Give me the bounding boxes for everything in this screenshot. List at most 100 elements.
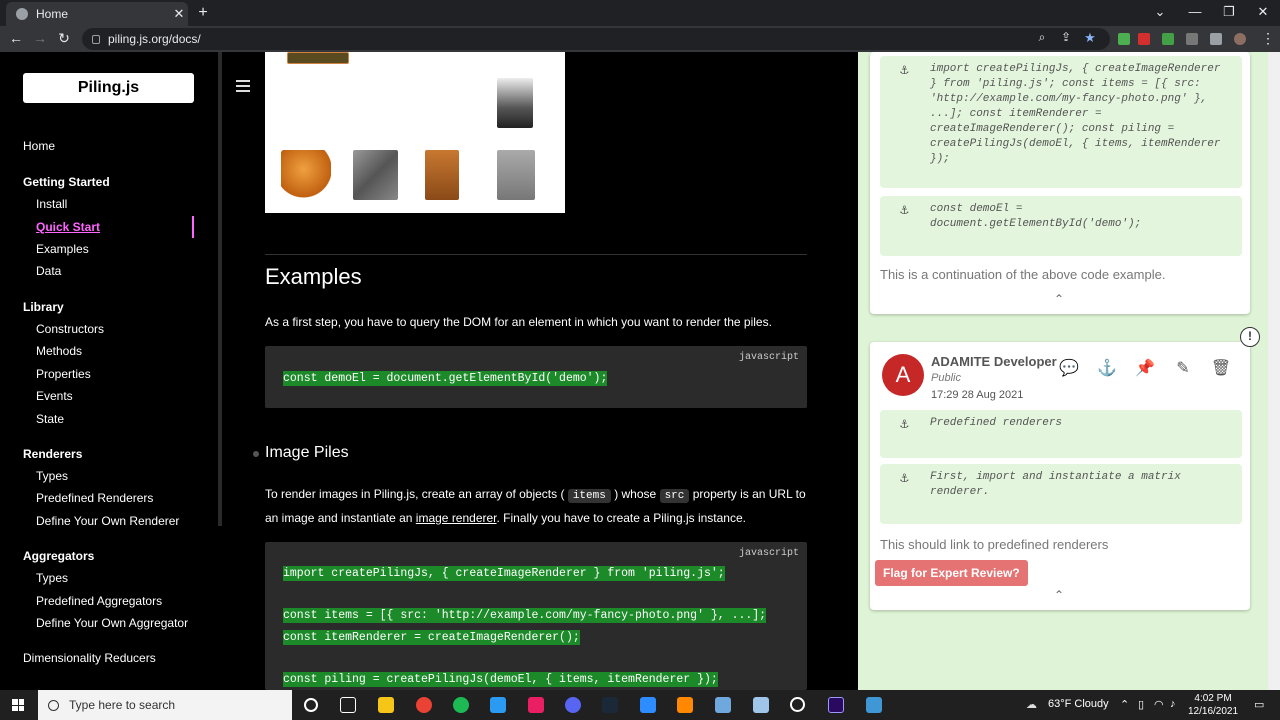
- anchored-quote[interactable]: ⚓ Predefined renderers: [880, 410, 1242, 458]
- discord-icon[interactable]: [565, 697, 581, 713]
- nav-install[interactable]: Install: [36, 197, 67, 211]
- nav-quick-start[interactable]: Quick Start: [36, 220, 100, 234]
- collapse-chevron-icon[interactable]: ⌃: [1054, 292, 1064, 306]
- forward-icon[interactable]: →: [31, 30, 49, 46]
- steam-icon[interactable]: [602, 697, 618, 713]
- nav-section-library[interactable]: Library: [23, 300, 64, 314]
- code-block-image-piles[interactable]: javascript import createPilingJs, { crea…: [265, 542, 807, 690]
- nav-constructors[interactable]: Constructors: [36, 322, 104, 336]
- tray-expand-icon[interactable]: ⌃: [1120, 698, 1129, 711]
- browser-tab[interactable]: Home ✕: [6, 2, 188, 26]
- nav-events[interactable]: Events: [36, 389, 73, 403]
- anchor-icon[interactable]: ⚓: [1096, 358, 1118, 378]
- new-tab-button[interactable]: +: [194, 4, 212, 22]
- nav-properties[interactable]: Properties: [36, 367, 91, 381]
- slack-icon[interactable]: [528, 697, 544, 713]
- profile-avatar[interactable]: [1234, 33, 1246, 45]
- premiere-icon[interactable]: [828, 697, 844, 713]
- cat-image-thumbnail[interactable]: [497, 150, 535, 200]
- close-window-button[interactable]: ✕: [1248, 4, 1278, 20]
- site-logo[interactable]: Piling.js: [23, 73, 194, 103]
- extension-icon[interactable]: [1186, 33, 1198, 45]
- taskbar-search[interactable]: Type here to search: [38, 690, 292, 720]
- obs-icon[interactable]: [790, 697, 805, 712]
- reload-icon[interactable]: ↻: [55, 30, 73, 47]
- collapse-chevron-icon[interactable]: ⌃: [1054, 588, 1064, 602]
- bookmark-star-icon[interactable]: ★: [1081, 30, 1099, 46]
- extension-icon[interactable]: [1118, 33, 1130, 45]
- network-icon[interactable]: ◠: [1154, 698, 1164, 711]
- nav-section-aggregators[interactable]: Aggregators: [23, 549, 94, 563]
- flag-expert-review-button[interactable]: Flag for Expert Review?: [875, 560, 1028, 586]
- wolf-image-thumbnail[interactable]: [353, 150, 398, 200]
- anchored-quote[interactable]: ⚓ import createPilingJs, { createImageRe…: [880, 56, 1242, 188]
- panel-scrollbar[interactable]: [1268, 52, 1280, 690]
- back-icon[interactable]: ←: [7, 30, 25, 46]
- share-icon[interactable]: ⇪: [1057, 30, 1075, 44]
- nav-methods[interactable]: Methods: [36, 344, 82, 358]
- nav-section-getting-started[interactable]: Getting Started: [23, 175, 110, 189]
- annotation-card[interactable]: ⚓ import createPilingJs, { createImageRe…: [870, 52, 1250, 314]
- nav-define-renderer[interactable]: Define Your Own Renderer: [36, 514, 179, 528]
- fruit-image-thumbnail[interactable]: [281, 150, 331, 198]
- tab-search-icon[interactable]: ⌄: [1145, 4, 1175, 20]
- reply-icon[interactable]: 💬: [1058, 358, 1080, 378]
- windows-start-icon[interactable]: [12, 699, 24, 711]
- nav-dimensionality-reducers[interactable]: Dimensionality Reducers: [23, 651, 156, 665]
- maximize-button[interactable]: ❐: [1214, 4, 1244, 20]
- nav-aggregator-types[interactable]: Types: [36, 571, 68, 585]
- nav-examples[interactable]: Examples: [36, 242, 89, 256]
- annotation-card[interactable]: A ADAMITE Developer Public 17:29 28 Aug …: [870, 342, 1250, 610]
- minimize-button[interactable]: —: [1180, 4, 1210, 19]
- app-icon[interactable]: [866, 697, 882, 713]
- browser-menu-icon[interactable]: ⋮: [1259, 30, 1277, 47]
- spotify-icon[interactable]: [453, 697, 469, 713]
- quote-text: import createPilingJs, { createImageRend…: [930, 63, 1221, 165]
- delete-icon[interactable]: 🗑: [1210, 358, 1232, 378]
- vscode-icon[interactable]: [490, 697, 506, 713]
- nav-predefined-renderers[interactable]: Predefined Renderers: [36, 491, 153, 505]
- app-icon[interactable]: [753, 697, 769, 713]
- anchored-quote[interactable]: ⚓ First, import and instantiate a matrix…: [880, 464, 1242, 524]
- edit-icon[interactable]: ✎: [1172, 358, 1194, 378]
- nav-data[interactable]: Data: [36, 264, 61, 278]
- info-alert-icon[interactable]: !: [1240, 327, 1260, 347]
- clock-time: 4:02 PM: [1194, 693, 1232, 704]
- code-block-query-dom[interactable]: javascript const demoEl = document.getEl…: [265, 346, 807, 408]
- extensions-puzzle-icon[interactable]: [1210, 33, 1222, 45]
- cortana-icon[interactable]: [304, 698, 318, 712]
- taskbar-clock[interactable]: 4:02 PM 12/16/2021: [1188, 692, 1238, 718]
- nav-define-aggregator[interactable]: Define Your Own Aggregator: [36, 616, 188, 630]
- vlc-icon[interactable]: [677, 697, 693, 713]
- nav-home[interactable]: Home: [23, 139, 55, 153]
- battery-icon[interactable]: ▯: [1138, 698, 1144, 711]
- zoom-icon[interactable]: [640, 697, 656, 713]
- anchored-quote[interactable]: ⚓ const demoEl = document.getElementById…: [880, 196, 1242, 256]
- piling-demo-image-panel[interactable]: [265, 52, 565, 213]
- nav-predefined-aggregators[interactable]: Predefined Aggregators: [36, 594, 162, 608]
- volume-icon[interactable]: ♪: [1170, 698, 1176, 710]
- nav-state[interactable]: State: [36, 412, 64, 426]
- extension-icon[interactable]: [1138, 33, 1150, 45]
- chrome-icon[interactable]: [416, 697, 432, 713]
- image-piles-heading: Image Piles: [265, 444, 349, 461]
- inline-code-items: items: [567, 489, 611, 503]
- zoom-icon[interactable]: ⌕: [1033, 30, 1051, 45]
- weather-text[interactable]: 63°F Cloudy: [1048, 698, 1109, 710]
- close-tab-icon[interactable]: ✕: [170, 6, 188, 22]
- app-icon[interactable]: [715, 697, 731, 713]
- image-renderer-link[interactable]: image renderer: [416, 511, 497, 525]
- code-language-label: javascript: [738, 548, 799, 559]
- pin-icon[interactable]: 📌: [1134, 358, 1156, 378]
- heading-bullet: [253, 451, 259, 457]
- cat-image-thumbnail[interactable]: [497, 78, 533, 128]
- notification-icon[interactable]: ▭: [1254, 698, 1264, 711]
- nav-renderer-types[interactable]: Types: [36, 469, 68, 483]
- dog-image-thumbnail[interactable]: [425, 150, 459, 200]
- file-explorer-icon[interactable]: [378, 697, 394, 713]
- address-bar[interactable]: piling.js.org/docs/: [82, 28, 1110, 50]
- image-thumbnail[interactable]: [287, 52, 349, 64]
- nav-section-renderers[interactable]: Renderers: [23, 447, 82, 461]
- task-view-icon[interactable]: [340, 697, 356, 713]
- extension-icon[interactable]: [1162, 33, 1174, 45]
